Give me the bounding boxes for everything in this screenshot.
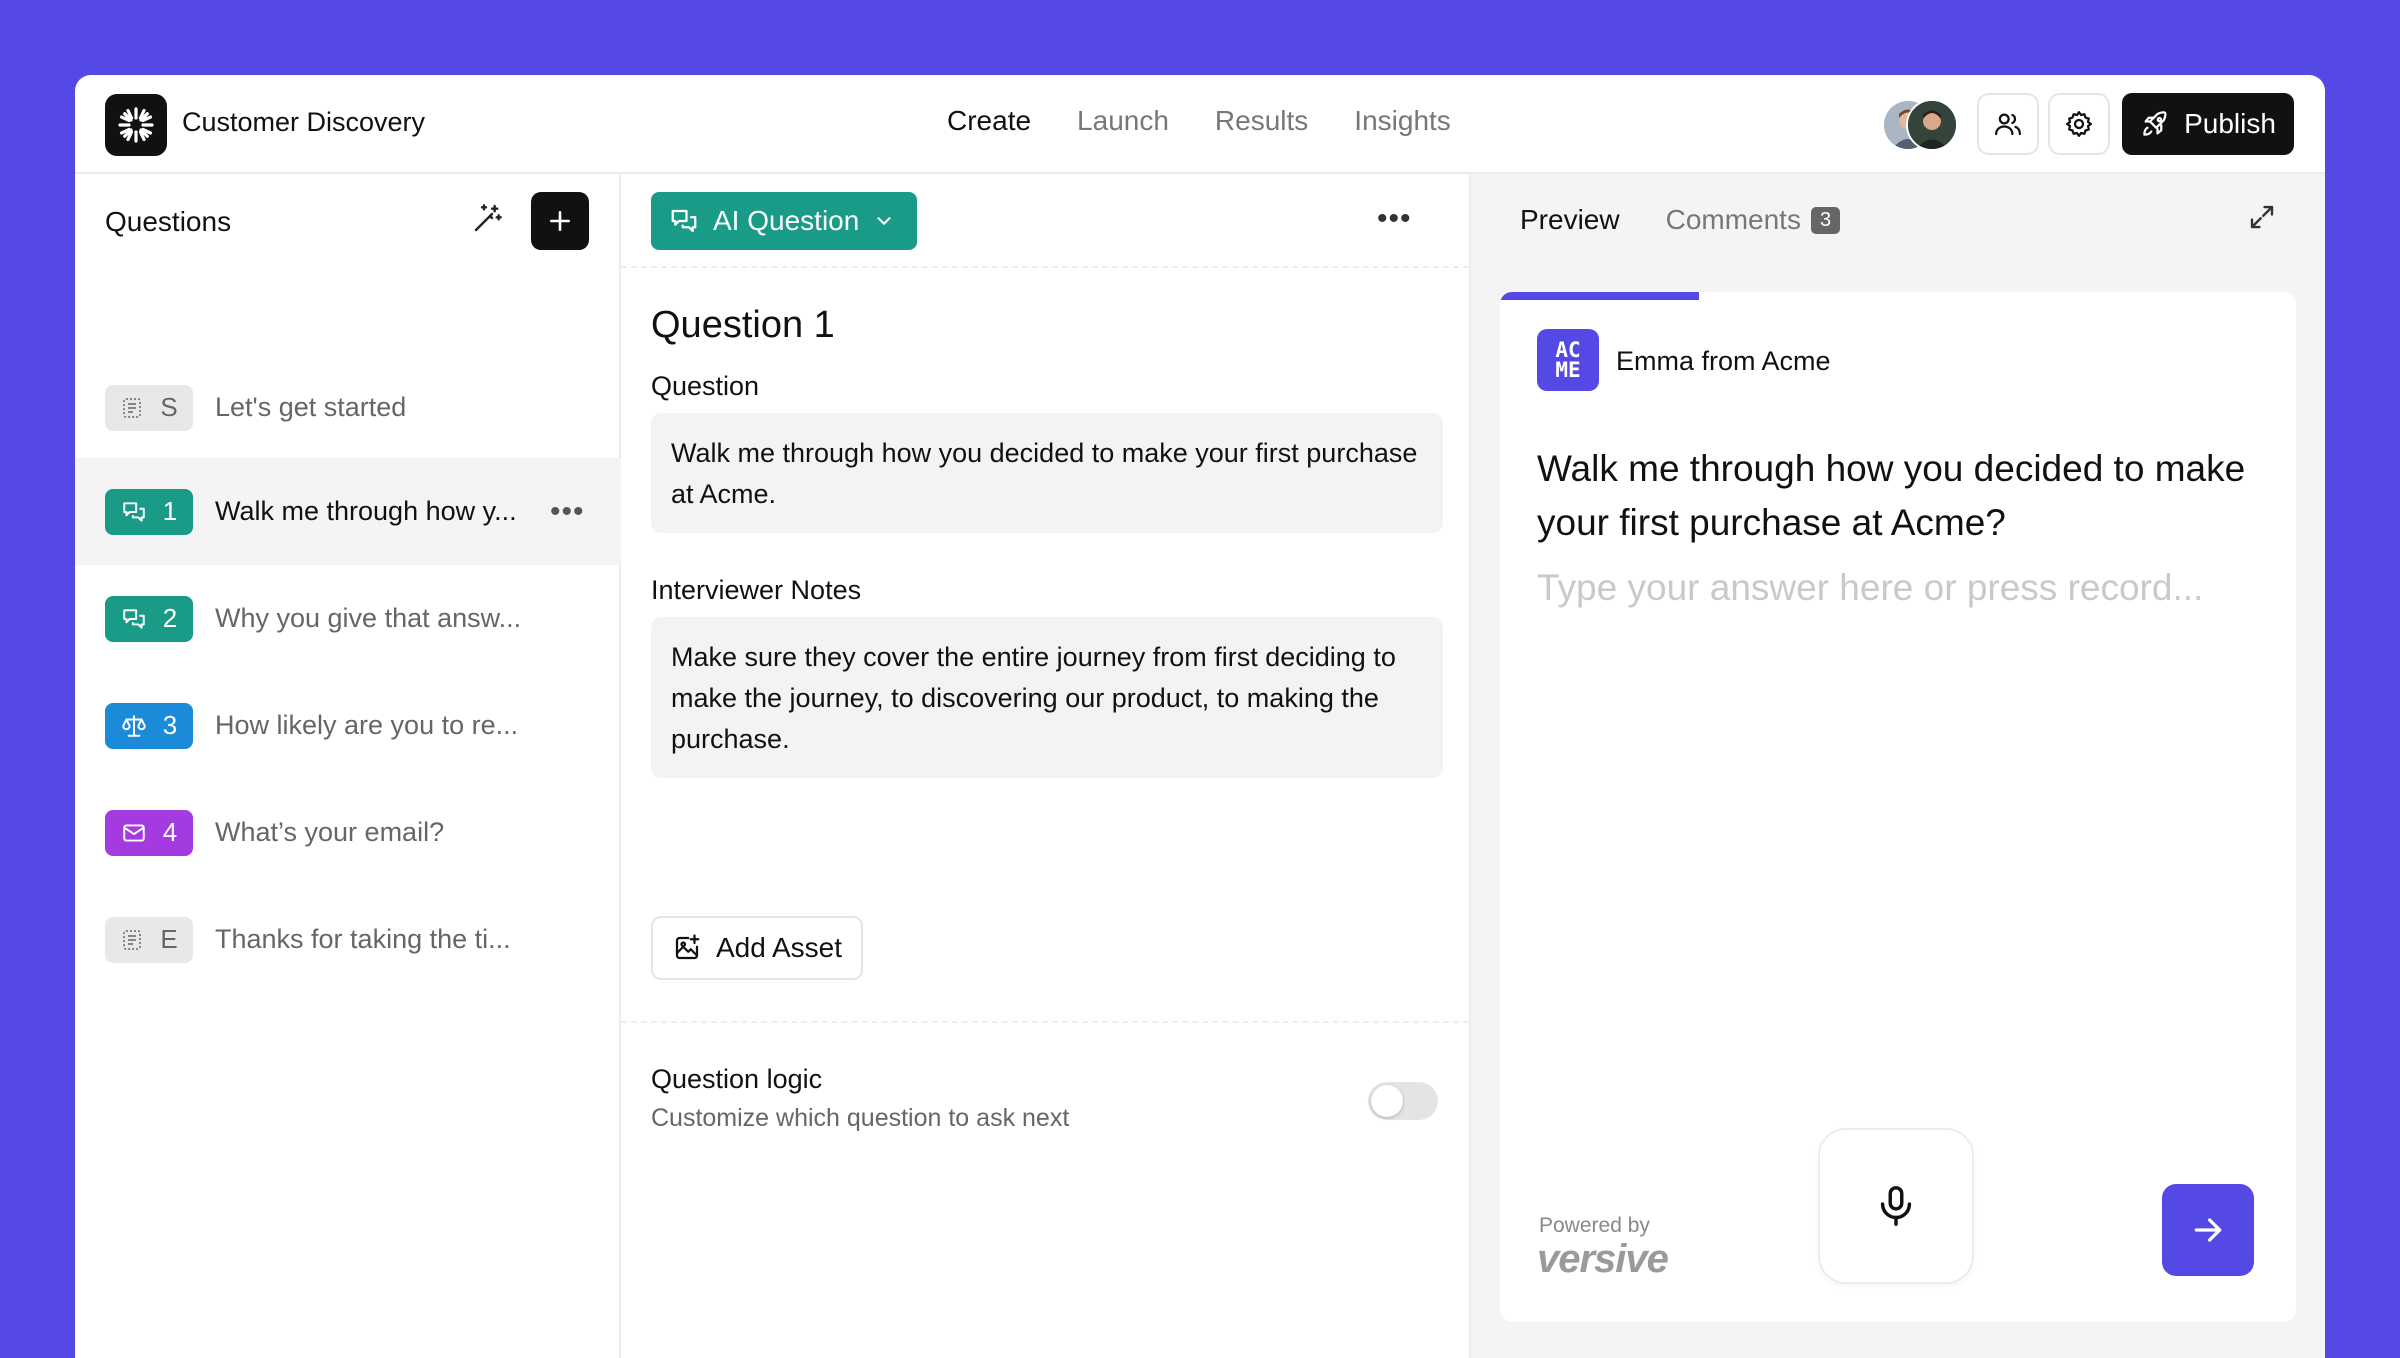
interviewer-notes-field[interactable]: Make sure they cover the entire journey … [651,617,1443,778]
question-item-text: What’s your email? [215,817,445,847]
add-asset-button[interactable]: Add Asset [651,916,863,980]
top-bar: Customer Discovery Create Launch Results… [75,75,2325,174]
question-item-4[interactable]: 4 What’s your email? [75,779,621,886]
expand-button[interactable] [2247,202,2277,237]
question-item-text: Let's get started [215,392,407,422]
question-badge-label: 4 [162,817,178,847]
tab-comments-label: Comments [1665,204,1801,235]
rocket-icon [2143,111,2167,136]
question-item-start[interactable]: S Let's get started [75,354,621,461]
gear-icon [2066,111,2092,137]
person-avatar-icon [1908,101,1956,149]
app-logo[interactable] [105,94,167,156]
question-item-text: Walk me through how y... [215,496,517,526]
collaborator-avatars[interactable] [1882,99,1962,151]
question-item-end[interactable]: E Thanks for taking the ti... [75,886,621,993]
sender-name: Emma from Acme [1616,346,1831,376]
answer-input[interactable] [1537,567,2267,609]
question-item-text: How likely are you to re... [215,710,519,740]
question-badge: 1 [105,488,193,535]
question-type-dropdown[interactable]: AI Question [651,192,918,250]
versive-logo: versive [1537,1237,1669,1281]
form-icon [123,397,142,418]
share-people-button[interactable] [1977,93,2039,155]
publish-button[interactable]: Publish [2122,93,2294,155]
magic-wand-icon [474,204,502,232]
question-badge-label: 2 [162,603,178,633]
expand-icon [2250,205,2274,229]
settings-button[interactable] [2048,93,2110,155]
preview-card: AC ME Emma from Acme Walk me through how… [1500,292,2296,1322]
chat-icon [123,608,145,629]
question-badge: 3 [105,702,193,749]
tab-launch[interactable]: Launch [1077,105,1169,137]
chevron-down-icon [877,217,891,225]
tab-results[interactable]: Results [1215,105,1308,137]
tab-comments[interactable]: Comments 3 [1666,204,1841,236]
question-text-field[interactable]: Walk me through how you decided to make … [651,413,1443,533]
acme-logo: AC ME [1537,329,1599,391]
logo-icon [118,107,154,143]
question-item-text: Why you give that answ... [215,603,522,633]
plus-icon [550,211,570,231]
section-divider [621,1021,1469,1023]
question-field-label: Question [651,371,760,401]
questions-sidebar: Questions S Let's get started 1 Walk me … [75,174,621,1358]
question-badge-label: 3 [162,710,178,740]
question-badge: E [105,916,193,963]
users-icon [1995,113,2021,136]
chat-icon [123,501,145,522]
progress-bar [1500,292,2296,300]
app-window: Customer Discovery Create Launch Results… [75,75,2325,1358]
mail-icon [123,823,145,842]
question-editor: AI Question ••• Question 1 Question Walk… [621,174,1471,1358]
question-item-3[interactable]: 3 How likely are you to re... [75,672,621,779]
question-badge-label: E [160,924,178,954]
question-badge: 4 [105,809,193,856]
editor-header: AI Question ••• [621,174,1469,268]
question-item-1[interactable]: 1 Walk me through how y... ••• [75,458,621,565]
question-badge-label: 1 [162,496,178,526]
sidebar-title: Questions [105,206,232,237]
question-badge-label: S [160,392,178,422]
toggle-knob [1371,1085,1403,1117]
question-item-text: Thanks for taking the ti... [215,924,511,954]
question-badge: 2 [105,595,193,642]
powered-by-label: Powered by [1539,1214,1650,1237]
question-type-label: AI Question [713,205,860,236]
preview-tabs: Preview Comments 3 [1520,204,1841,236]
comments-count-badge: 3 [1810,206,1841,234]
tab-preview[interactable]: Preview [1520,204,1620,236]
form-icon [123,929,142,950]
add-asset-label: Add Asset [715,932,843,963]
question-badge: S [105,384,193,431]
app-title: Customer Discovery [182,107,426,137]
chat-icon [671,209,697,233]
record-button[interactable] [1818,1128,1974,1284]
progress-fill [1500,292,1699,300]
tab-insights[interactable]: Insights [1354,105,1451,137]
avatar [1906,99,1958,151]
microphone-icon [1880,1186,1912,1226]
logic-title: Question logic [651,1064,823,1094]
notes-field-label: Interviewer Notes [651,575,862,605]
tab-preview-label: Preview [1520,204,1620,235]
scale-icon [121,714,146,737]
submit-answer-button[interactable] [2162,1184,2254,1276]
main-nav: Create Launch Results Insights [947,105,1451,137]
more-options-icon[interactable]: ••• [1377,202,1412,236]
preview-question: Walk me through how you decided to make … [1537,448,2246,543]
question-heading: Question 1 [651,304,835,346]
question-logic-toggle[interactable] [1368,1082,1438,1120]
more-options-icon[interactable]: ••• [550,495,585,529]
add-question-button[interactable] [531,192,589,250]
question-item-2[interactable]: 2 Why you give that answ... [75,565,621,672]
tab-create[interactable]: Create [947,105,1031,137]
preview-panel: Preview Comments 3 AC ME Emma from Acme … [1471,174,2325,1358]
image-add-icon [675,934,700,960]
publish-label: Publish [2184,108,2276,139]
logic-subtitle: Customize which question to ask next [651,1104,1070,1132]
ai-generate-button[interactable] [472,202,504,239]
arrow-right-icon [2194,1218,2222,1242]
